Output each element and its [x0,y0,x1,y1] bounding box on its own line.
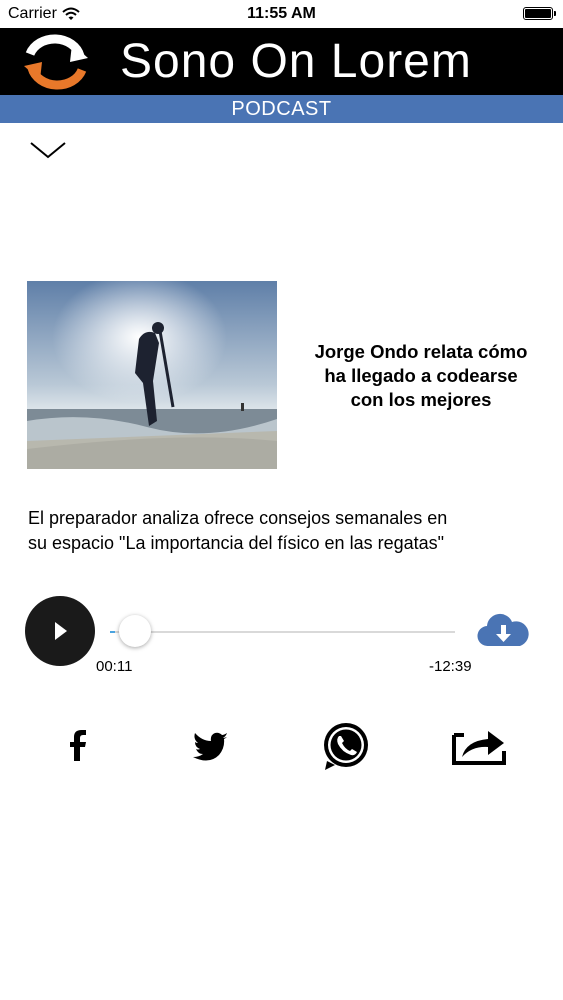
collapse-button[interactable] [26,137,70,165]
twitter-icon [193,732,227,761]
whatsapp-icon [324,723,368,770]
chevron-down-icon [30,142,66,159]
progress-knob[interactable] [118,615,151,647]
twitter-share-button[interactable] [180,717,240,777]
app-header: Sono On Lorem [0,28,563,95]
episode-description-line: su espacio "La importancia del físico en… [28,533,445,553]
facebook-icon [70,730,86,761]
time-remaining: -12:39 [429,658,472,675]
facebook-share-button[interactable] [48,717,108,777]
battery-icon [523,7,556,20]
episode-title-line: con los mejores [350,389,492,410]
play-icon [55,622,67,640]
status-time: 11:55 AM [247,5,316,22]
more-share-button[interactable] [448,717,508,777]
episode-title: Jorge Ondo relata cómo ha llegado a code… [286,340,556,412]
section-bar: PODCAST [0,95,563,123]
share-icon [452,731,506,765]
play-button[interactable] [25,596,95,666]
episode-description: El preparador analiza ofrece consejos se… [28,506,538,556]
cloud-download-icon [477,613,529,647]
sync-arrows-icon [24,34,88,90]
episode-description-line: El preparador analiza ofrece consejos se… [28,508,448,528]
status-bar: Carrier 11:55 AM [0,0,563,28]
section-label: PODCAST [231,98,332,120]
progress-slider[interactable] [110,615,455,647]
episode-title-line: ha llegado a codearse [324,365,518,386]
time-elapsed: 00:11 [96,658,133,675]
share-row [0,717,563,777]
download-button[interactable] [476,613,530,649]
episode-title-line: Jorge Ondo relata cómo [314,341,528,362]
whatsapp-share-button[interactable] [315,717,375,777]
episode-thumbnail [27,281,277,469]
app-title: Sono On Lorem [120,35,472,88]
progress-fill [110,631,115,633]
